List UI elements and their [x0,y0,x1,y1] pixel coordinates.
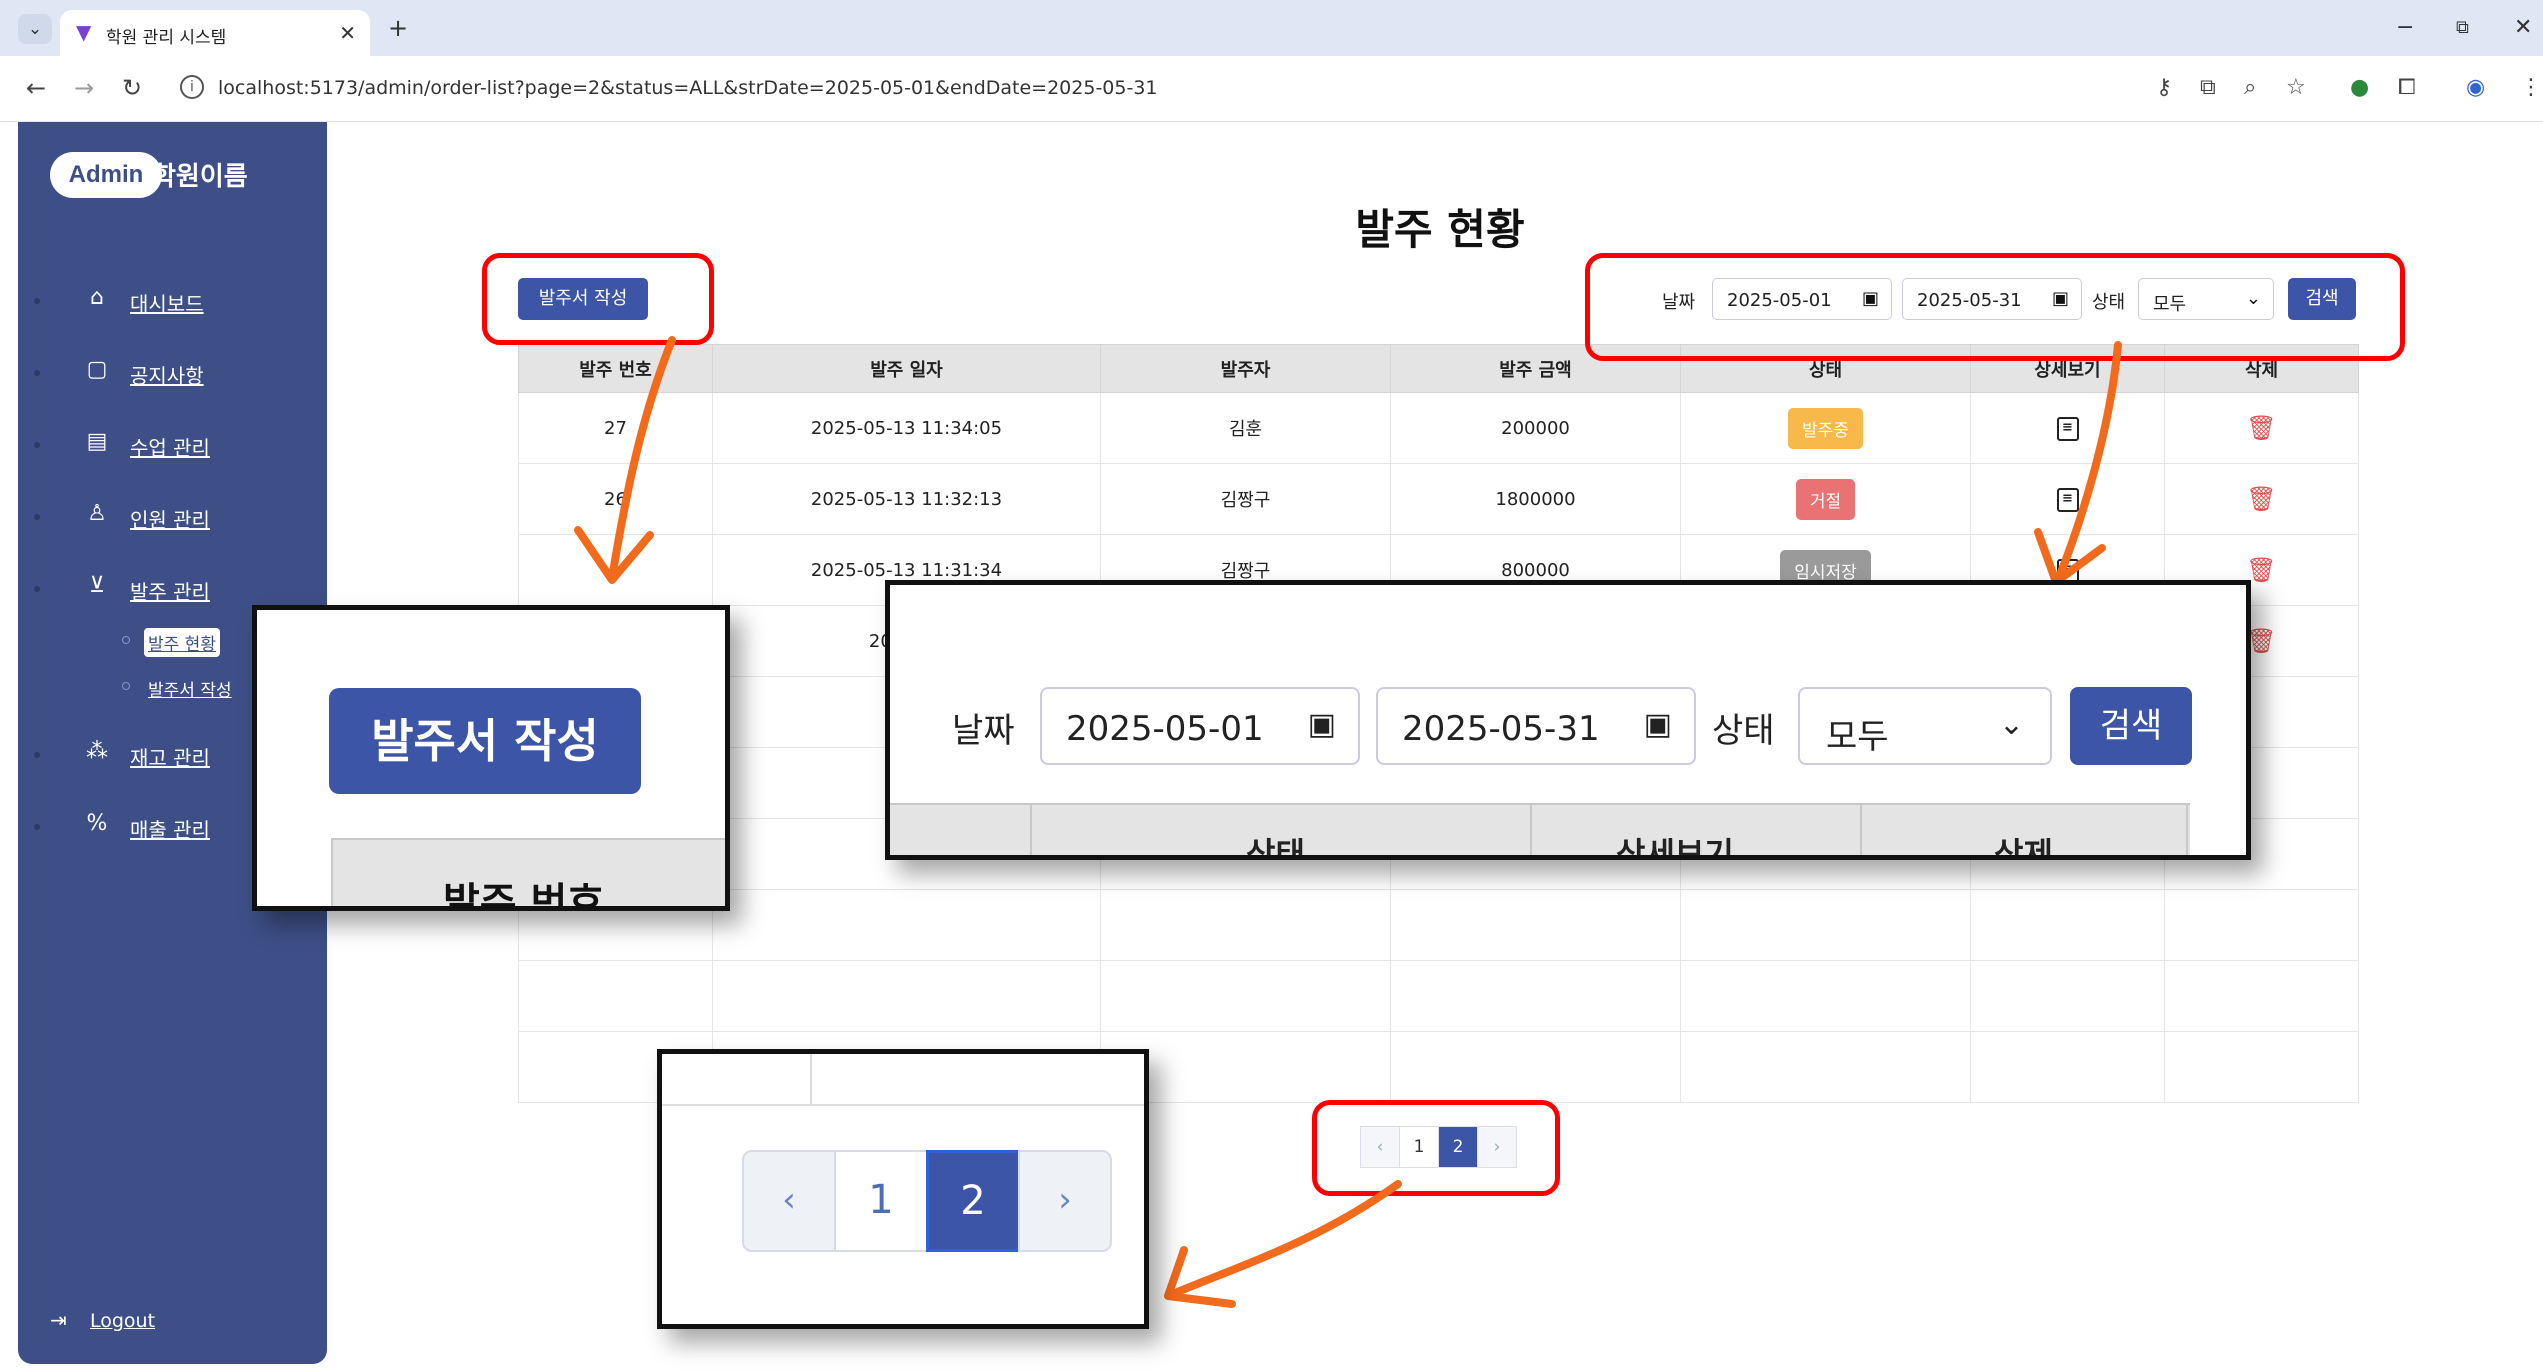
new-order-button-zoomed[interactable]: 발주서 작성 [329,688,641,794]
end-date-value: 2025-05-31 [1402,709,1600,749]
date-label: 날짜 [952,711,1015,751]
arrow-to-filter-zoom [2054,341,2122,584]
status-label: 상태 [1712,711,1775,751]
prev-page-button[interactable]: ‹ [742,1150,836,1252]
next-page-button[interactable]: › [1018,1150,1112,1252]
status-select-value: 모두 [1826,717,1889,757]
zoom-callout-pagination: ‹ 1 2 › [657,1049,1149,1329]
zoom-callout-filter: 날짜 2025-05-01 ▣ 2025-05-31 ▣ 상태 모두 ⌄ 검색 … [885,580,2251,860]
arrow-to-pagination-zoom [1166,1180,1402,1299]
end-date-input[interactable]: 2025-05-31 ▣ [1376,687,1696,765]
column-header: 상세보기 [1616,835,1734,860]
table-header-zoomed: 발주 번호 [331,838,725,911]
calendar-icon[interactable]: ▣ [1308,707,1336,742]
zoom-callout-new-order: 발주서 작성 발주 번호 [252,605,730,911]
chevron-down-icon: ⌄ [1998,707,2024,742]
column-header: 발주 번호 [443,880,605,911]
search-button[interactable]: 검색 [2070,687,2192,765]
table-header-zoomed: 상태 상세보기 삭제 [890,803,2190,860]
status-select[interactable]: 모두 ⌄ [1798,687,2052,765]
page-button-2-current[interactable]: 2 [926,1150,1020,1252]
page-button-1[interactable]: 1 [834,1150,928,1252]
column-header: 상태 [1246,835,1305,860]
start-date-value: 2025-05-01 [1066,709,1264,749]
calendar-icon[interactable]: ▣ [1644,707,1672,742]
start-date-input[interactable]: 2025-05-01 ▣ [1040,687,1360,765]
column-header: 삭제 [1994,835,2053,860]
